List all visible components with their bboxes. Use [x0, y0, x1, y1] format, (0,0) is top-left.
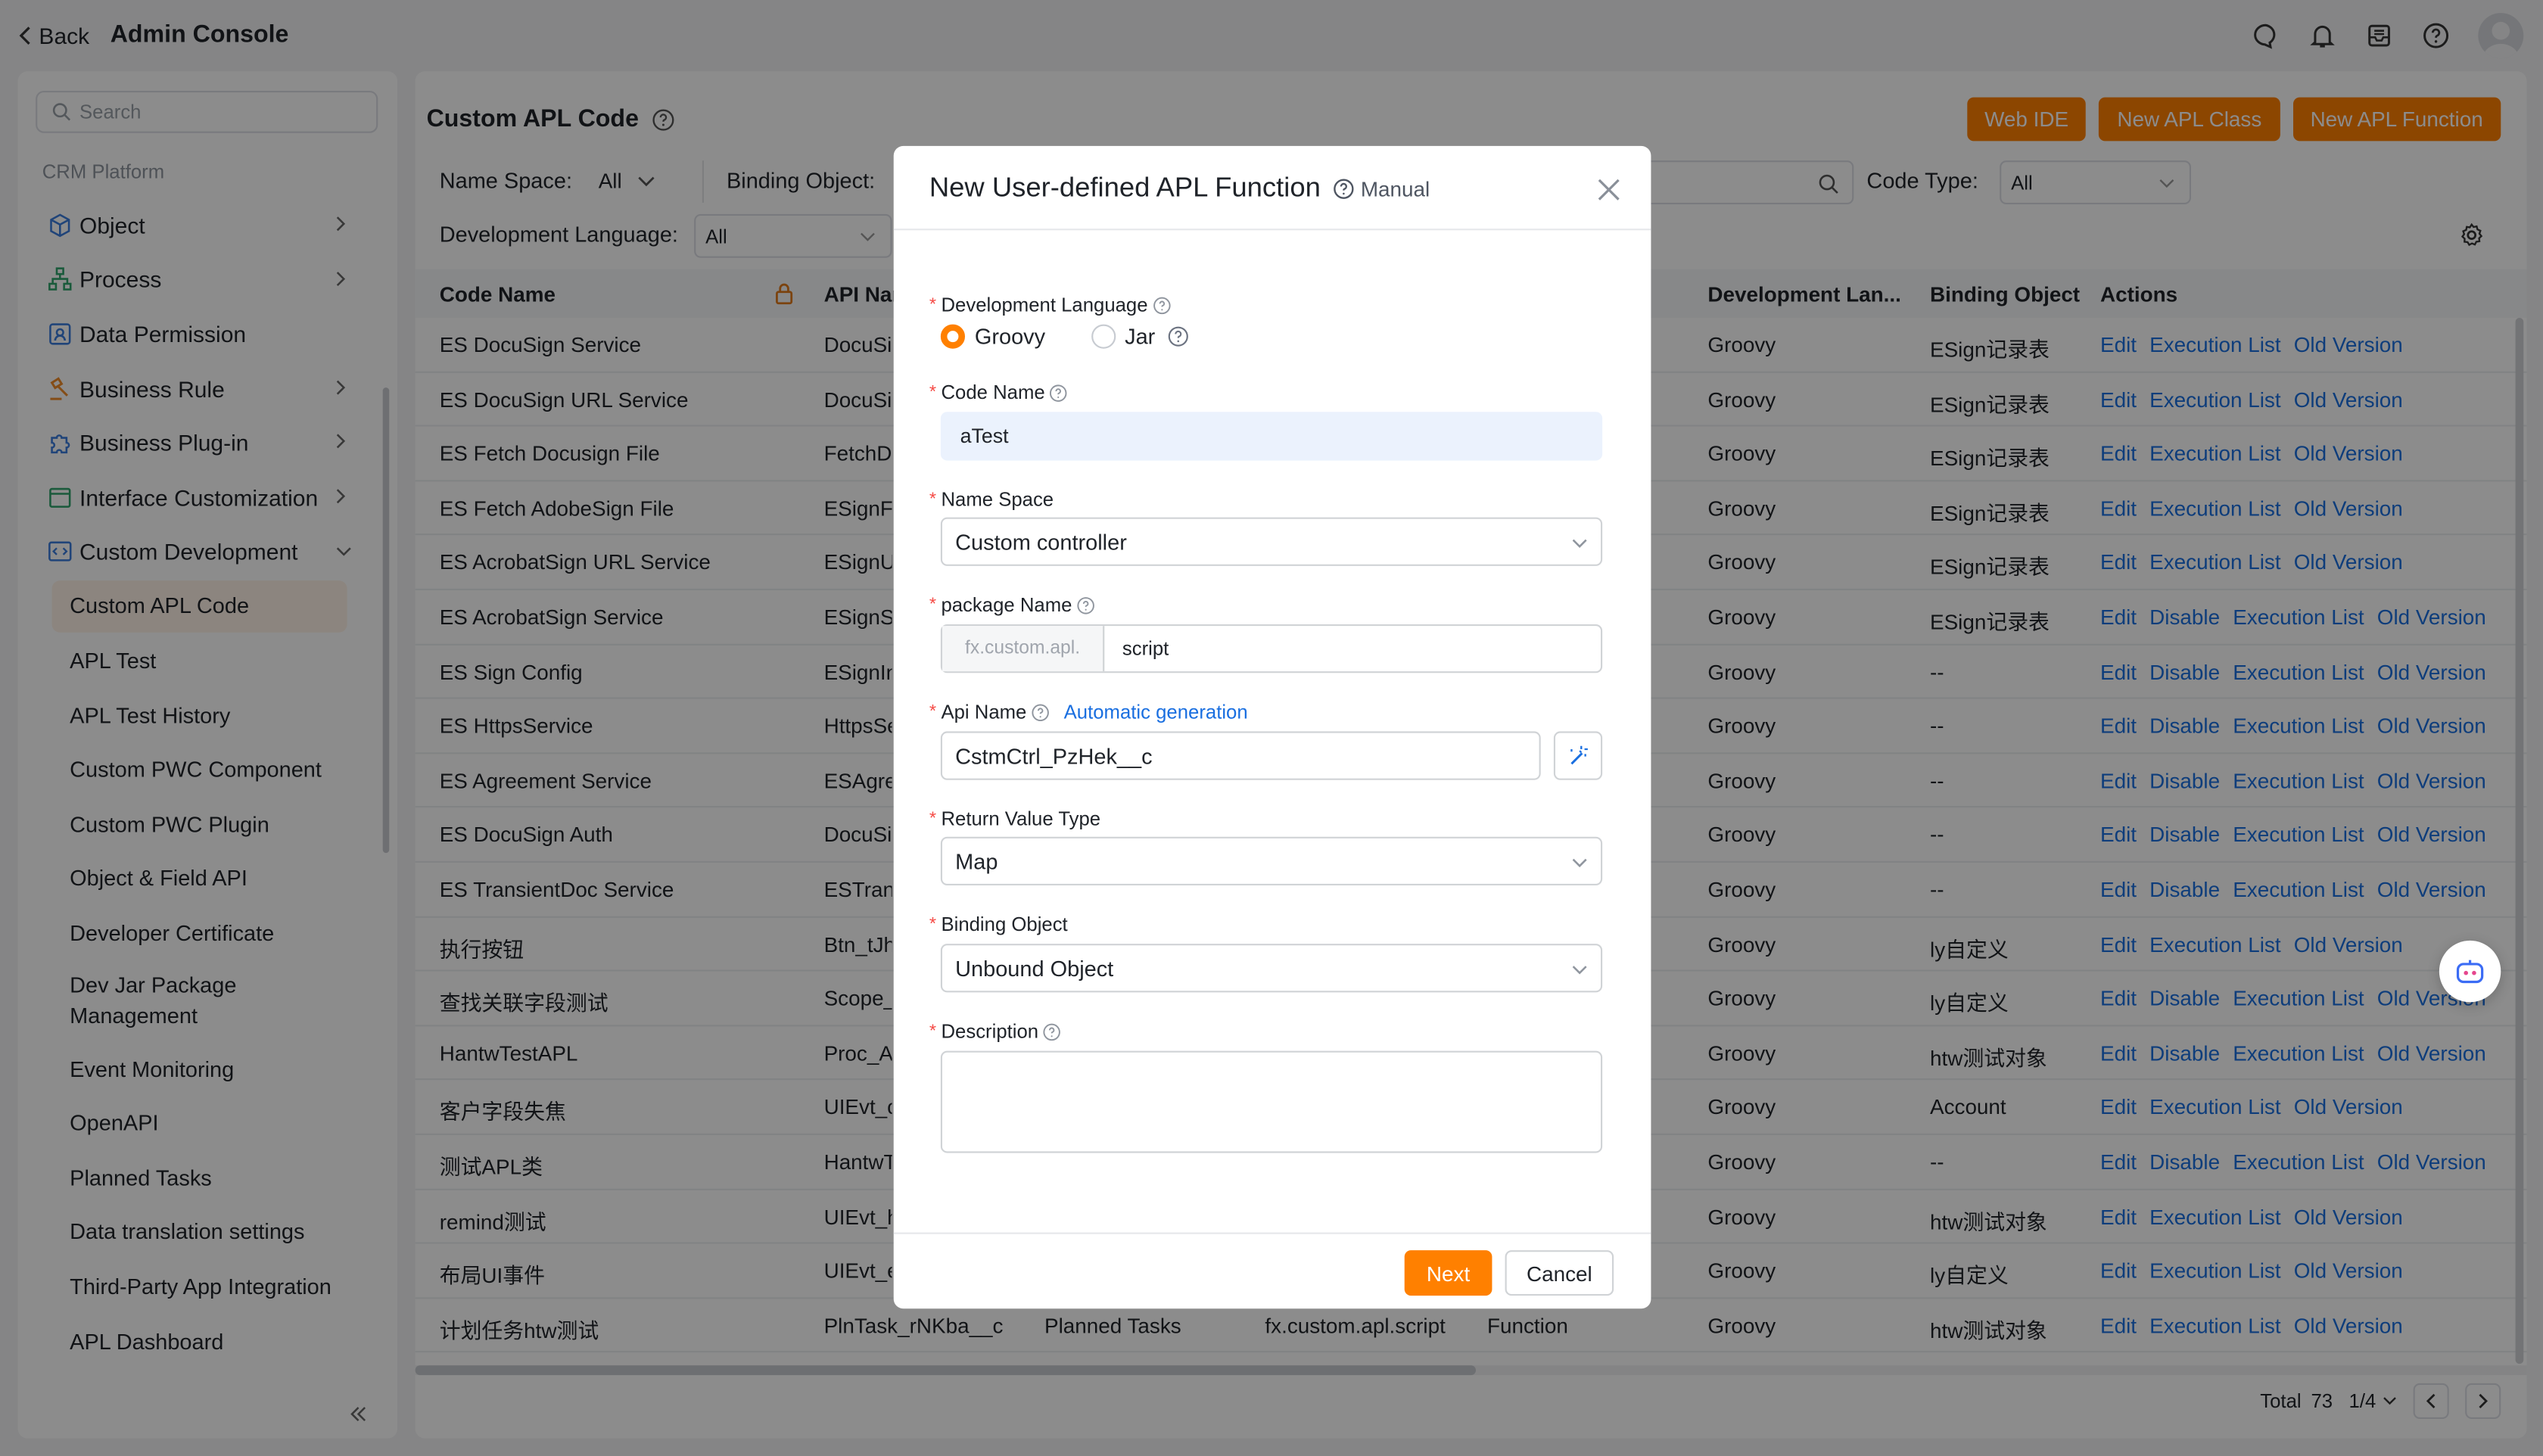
- name-space-label-text: Name Space: [941, 488, 1054, 511]
- help-icon[interactable]: [1044, 1022, 1062, 1041]
- description-label: * Description: [929, 1020, 1061, 1043]
- binding-object-label: * Binding Object: [929, 913, 1068, 936]
- package-name-value: script: [1122, 637, 1169, 661]
- dialog-title: New User-defined APL Function: [929, 172, 1321, 203]
- description-label-text: Description: [941, 1019, 1039, 1043]
- groovy-radio[interactable]: [940, 324, 965, 349]
- help-icon[interactable]: [1050, 384, 1068, 402]
- return-type-label-text: Return Value Type: [941, 807, 1101, 831]
- api-name-input[interactable]: CstmCtrl_PzHek__c: [940, 731, 1541, 780]
- next-button[interactable]: Next: [1404, 1250, 1492, 1296]
- jar-label[interactable]: Jar: [1125, 325, 1155, 349]
- generate-api-name-button[interactable]: [1553, 731, 1603, 780]
- package-name-label: * package Name: [929, 593, 1095, 616]
- dev-language-label-text: Development Language: [941, 293, 1148, 316]
- name-space-label: * Name Space: [929, 488, 1054, 511]
- magic-wand-icon: [1570, 745, 1588, 765]
- help-icon[interactable]: [1077, 596, 1095, 614]
- package-name-input[interactable]: fx.custom.apl. script: [940, 624, 1603, 674]
- assistant-button[interactable]: [2439, 940, 2501, 1003]
- automatic-generation-link[interactable]: Automatic generation: [1064, 701, 1248, 723]
- package-name-label-text: package Name: [941, 593, 1072, 617]
- jar-radio[interactable]: [1091, 324, 1116, 349]
- return-type-select[interactable]: Map: [940, 836, 1603, 885]
- cancel-button[interactable]: Cancel: [1505, 1250, 1614, 1296]
- name-space-select[interactable]: Custom controller: [940, 517, 1603, 566]
- binding-object-select[interactable]: Unbound Object: [940, 944, 1603, 993]
- manual-label: Manual: [1360, 176, 1430, 201]
- help-icon[interactable]: [1153, 296, 1171, 314]
- return-type-value: Map: [955, 848, 998, 873]
- close-icon[interactable]: [1596, 177, 1622, 203]
- help-icon[interactable]: [1032, 703, 1050, 721]
- return-type-label: * Return Value Type: [929, 807, 1101, 831]
- code-name-value: aTest: [960, 425, 1009, 448]
- help-icon: [1334, 179, 1354, 199]
- api-name-label-text: Api Name: [941, 700, 1027, 723]
- code-name-label: * Code Name: [929, 381, 1068, 404]
- chevron-down-icon: [1572, 858, 1587, 868]
- description-textarea[interactable]: [940, 1050, 1603, 1153]
- chevron-down-icon: [1572, 966, 1587, 975]
- api-name-value: CstmCtrl_PzHek__c: [955, 743, 1153, 768]
- binding-object-label-text: Binding Object: [941, 913, 1068, 936]
- help-icon[interactable]: [1168, 326, 1189, 347]
- api-name-label: * Api Name Automatic generation: [929, 700, 1248, 723]
- chevron-down-icon: [1572, 539, 1587, 548]
- code-name-label-text: Code Name: [941, 381, 1045, 404]
- robot-icon: [2456, 960, 2484, 984]
- code-name-input[interactable]: aTest: [940, 412, 1603, 461]
- dialog-footer: Next Cancel: [893, 1232, 1651, 1309]
- package-prefix: fx.custom.apl.: [942, 626, 1105, 672]
- new-apl-function-dialog: New User-defined APL Function Manual * De…: [893, 145, 1651, 1309]
- binding-object-value: Unbound Object: [955, 956, 1114, 981]
- name-space-value: Custom controller: [955, 529, 1127, 554]
- manual-link[interactable]: Manual: [1333, 177, 1430, 201]
- dev-language-label: * Development Language: [929, 294, 1171, 316]
- groovy-label[interactable]: Groovy: [975, 325, 1045, 349]
- dialog-header: New User-defined APL Function Manual: [893, 146, 1651, 231]
- dev-language-radio-group: Groovy Jar: [940, 324, 1189, 349]
